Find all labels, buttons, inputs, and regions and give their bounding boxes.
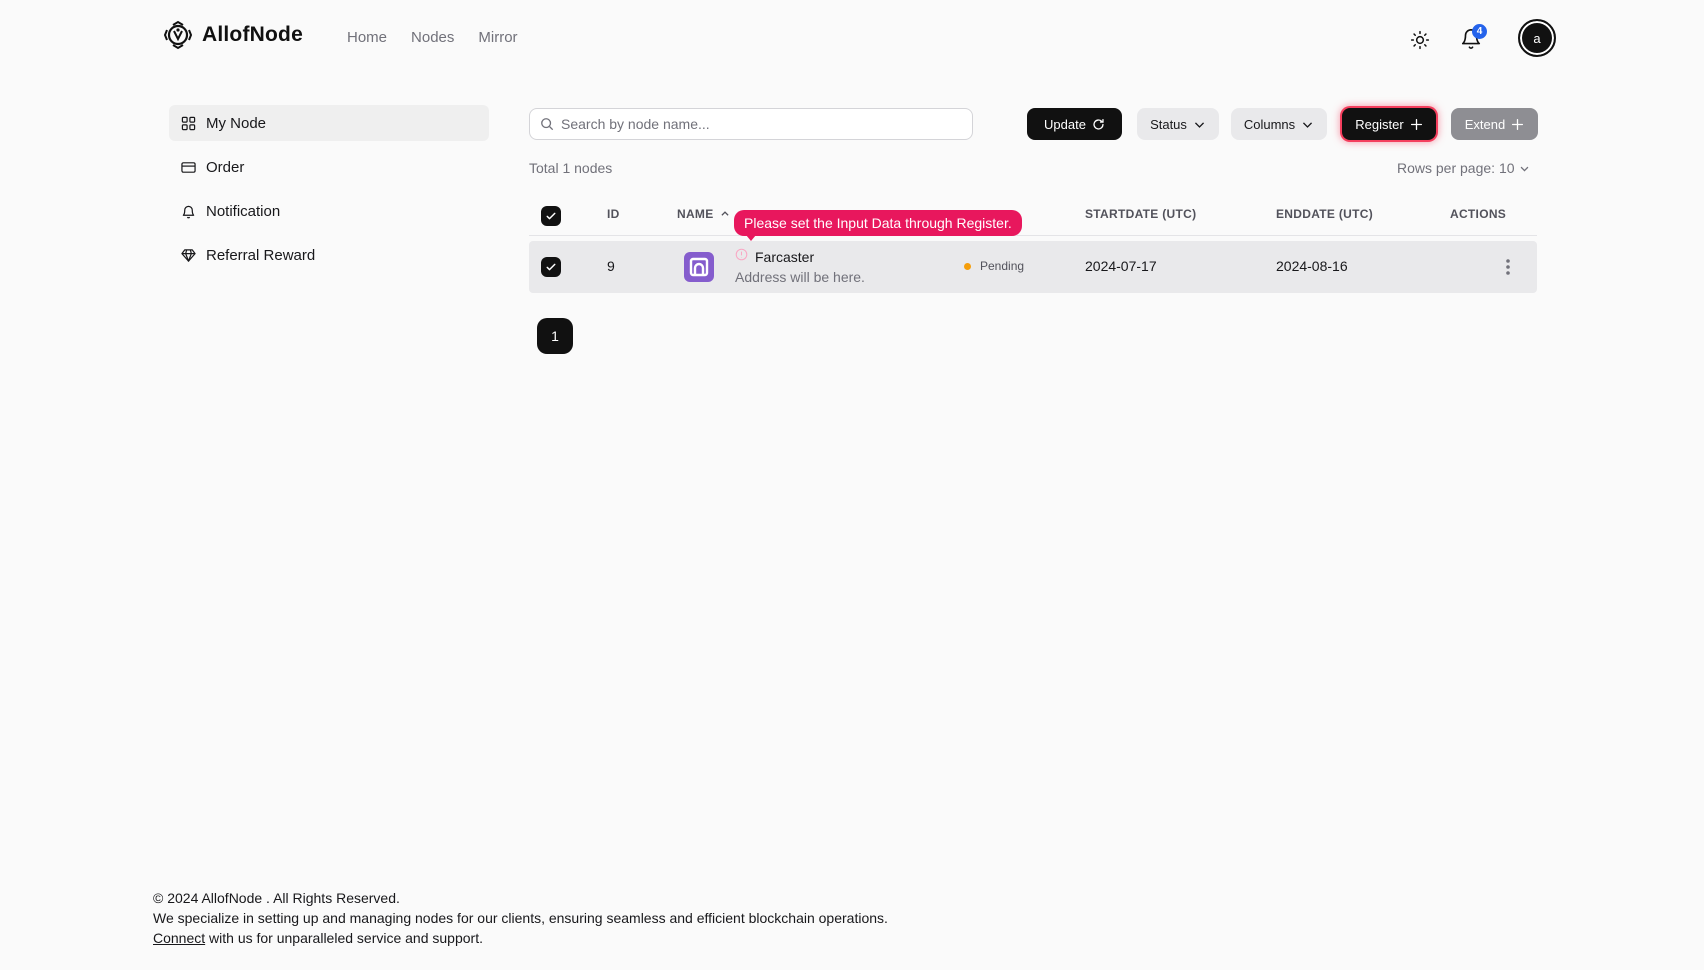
- chevron-down-icon: [1194, 121, 1204, 128]
- total-nodes-text: Total 1 nodes: [529, 160, 613, 176]
- footer-copyright: © 2024 AllofNode . All Rights Reserved.: [153, 890, 400, 906]
- footer-connect-line: Connect with us for unparalleled service…: [153, 928, 888, 948]
- search-input[interactable]: [561, 116, 951, 132]
- sidebar-item-my-node[interactable]: My Node: [169, 105, 489, 141]
- brand-name: AllofNode: [202, 23, 303, 46]
- update-button-label: Update: [1044, 116, 1086, 132]
- sun-icon: [1410, 30, 1430, 50]
- more-vertical-icon: [1506, 259, 1510, 275]
- extend-button-label: Extend: [1464, 116, 1506, 132]
- sidebar-item-label: Order: [206, 158, 245, 176]
- table-row[interactable]: 9 Farcaster Address will be here. Pendin…: [529, 241, 1537, 293]
- status-button-label: Status: [1150, 116, 1187, 132]
- nav-nodes[interactable]: Nodes: [411, 29, 454, 46]
- row-checkbox[interactable]: [541, 257, 561, 277]
- column-header-name-label: NAME: [677, 207, 714, 221]
- connect-link[interactable]: Connect: [153, 930, 205, 946]
- refresh-icon: [1093, 118, 1104, 130]
- column-header-enddate[interactable]: ENDDATE (UTC): [1276, 207, 1373, 221]
- row-id: 9: [607, 258, 615, 274]
- app-header: AllofNode Home Nodes Mirror 4 a: [0, 0, 1704, 76]
- register-hint-tooltip: Please set the Input Data through Regist…: [734, 210, 1022, 241]
- columns-button-label: Columns: [1243, 116, 1296, 132]
- chevron-down-icon: [1520, 166, 1528, 171]
- status-filter-button[interactable]: Status: [1137, 108, 1219, 140]
- brand-logo[interactable]: AllofNode: [164, 20, 303, 50]
- footer-description: We specialize in setting up and managing…: [153, 910, 888, 926]
- notification-count-badge: 4: [1472, 24, 1487, 39]
- sidebar-item-referral-reward[interactable]: Referral Reward: [169, 237, 489, 273]
- extend-button[interactable]: Extend: [1451, 108, 1538, 140]
- plus-icon: [1512, 118, 1524, 130]
- rows-per-page-select[interactable]: Rows per page: 10: [1397, 160, 1530, 176]
- check-icon: [546, 263, 556, 271]
- node-address: Address will be here.: [735, 269, 865, 285]
- row-startdate: 2024-07-17: [1085, 258, 1157, 274]
- footer-connect-suffix: with us for unparalleled service and sup…: [205, 930, 483, 946]
- node-name: Farcaster: [755, 249, 815, 265]
- nav-home[interactable]: Home: [347, 29, 387, 46]
- plus-icon: [1410, 118, 1422, 130]
- farcaster-arch-icon: [689, 257, 709, 277]
- search-box[interactable]: [529, 108, 973, 140]
- status-badge: Pending: [980, 259, 1025, 273]
- update-button[interactable]: Update: [1027, 108, 1122, 140]
- pagination-page-button[interactable]: 1: [537, 318, 573, 354]
- sidebar-item-order[interactable]: Order: [169, 149, 489, 185]
- footer: © 2024 AllofNode . All Rights Reserved. …: [153, 888, 888, 948]
- row-actions-button[interactable]: [1498, 255, 1518, 279]
- allofnode-logo-icon: [164, 20, 192, 50]
- table-header: ID NAME STARTDATE (UTC) ENDDATE (UTC) AC…: [529, 198, 1537, 236]
- row-enddate: 2024-08-16: [1276, 258, 1348, 274]
- grid-icon: [181, 116, 196, 130]
- top-nav: Home Nodes Mirror: [347, 29, 518, 46]
- nav-mirror[interactable]: Mirror: [478, 29, 517, 46]
- column-header-startdate[interactable]: STARTDATE (UTC): [1085, 207, 1196, 221]
- sidebar-item-label: My Node: [206, 114, 267, 132]
- warning-icon: [735, 248, 748, 261]
- bell-icon: [182, 205, 195, 218]
- status-dot: [964, 263, 971, 270]
- sidebar-item-label: Notification: [206, 202, 281, 220]
- column-header-name[interactable]: NAME: [677, 207, 730, 221]
- register-button[interactable]: Register: [1342, 108, 1436, 140]
- credit-card-icon: [181, 161, 196, 173]
- user-avatar[interactable]: a: [1518, 19, 1556, 57]
- sidebar-item-notification[interactable]: Notification: [169, 193, 489, 229]
- rows-per-page-label: Rows per page: 10: [1397, 160, 1515, 176]
- search-icon: [541, 118, 554, 131]
- sidebar: My Node Order Notification Referral Rewa…: [169, 105, 489, 281]
- select-all-checkbox[interactable]: [541, 206, 561, 226]
- notifications-button[interactable]: 4: [1456, 24, 1487, 54]
- column-header-actions: ACTIONS: [1450, 207, 1507, 221]
- farcaster-icon: [684, 252, 714, 282]
- sort-up-icon: [720, 211, 729, 216]
- theme-toggle-button[interactable]: [1406, 26, 1434, 54]
- register-button-label: Register: [1355, 116, 1404, 132]
- sidebar-item-label: Referral Reward: [206, 246, 316, 264]
- column-header-id[interactable]: ID: [607, 207, 620, 221]
- columns-button[interactable]: Columns: [1231, 108, 1327, 140]
- chevron-down-icon: [1303, 121, 1313, 128]
- diamond-icon: [181, 248, 196, 262]
- check-icon: [546, 212, 556, 220]
